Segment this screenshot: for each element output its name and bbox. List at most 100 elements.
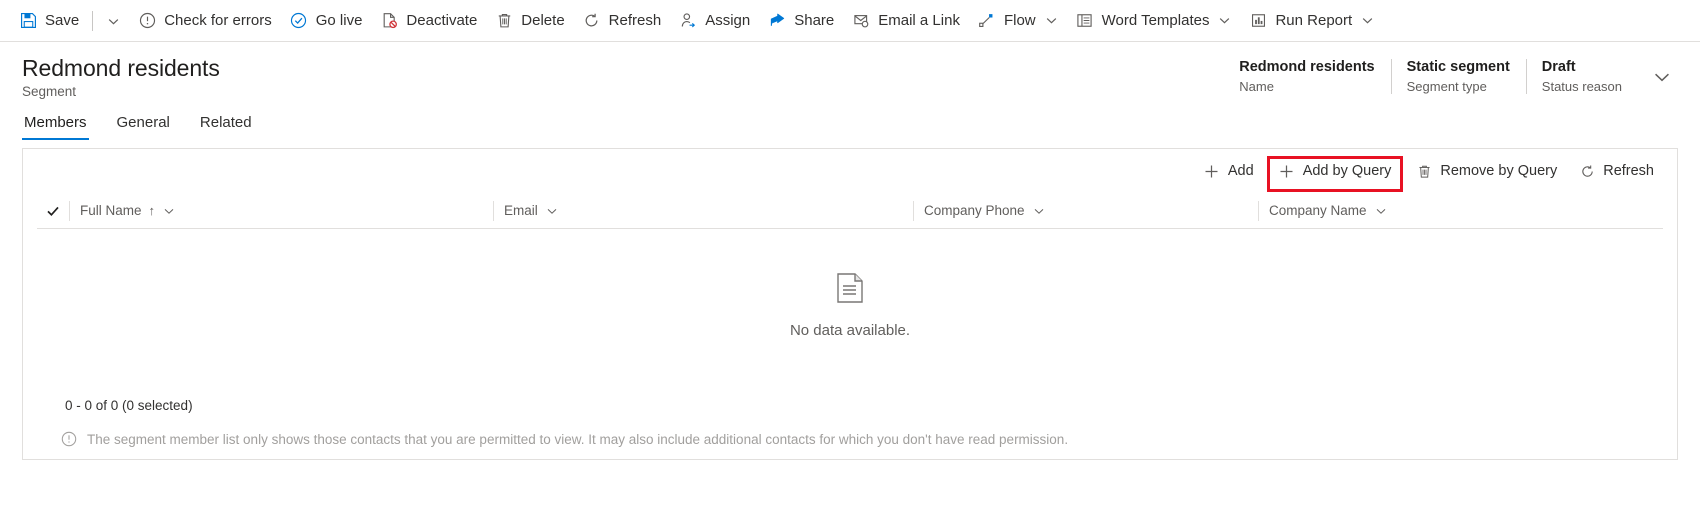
run-report-button[interactable]: Run Report <box>1240 0 1383 42</box>
header-field-name[interactable]: Redmond residents Name <box>1223 57 1390 96</box>
flow-icon <box>978 12 996 30</box>
grid-column-headers: Full Name ↑ Email Company Phone Company … <box>37 193 1663 229</box>
select-all-checkbox[interactable] <box>37 204 69 218</box>
refresh-icon <box>1579 163 1595 179</box>
column-header-full-name[interactable]: Full Name ↑ <box>69 200 493 221</box>
members-grid-panel: Add Add by Query Remove by Query Refresh <box>22 148 1678 460</box>
run-report-icon <box>1249 12 1267 30</box>
header-fields: Redmond residents Name Static segment Se… <box>1223 54 1678 96</box>
deactivate-page-icon <box>380 12 398 30</box>
grid-add-label: Add <box>1227 163 1254 179</box>
grid-refresh-label: Refresh <box>1603 163 1654 179</box>
tab-related-label: Related <box>199 114 252 131</box>
check-for-errors-label: Check for errors <box>164 12 272 29</box>
chevron-down-icon[interactable] <box>546 205 558 217</box>
grid-add-by-query-label: Add by Query <box>1302 163 1392 179</box>
header-field-status-reason-value: Draft <box>1541 59 1576 75</box>
record-tabs: Members General Related <box>0 104 1700 140</box>
share-button[interactable]: Share <box>759 0 843 42</box>
grid-remove-by-query-button[interactable]: Remove by Query <box>1405 154 1568 188</box>
column-header-full-name-label: Full Name <box>80 203 142 218</box>
header-field-name-value: Redmond residents <box>1239 59 1375 75</box>
record-header-left: Redmond residents Segment <box>22 54 1223 101</box>
share-icon <box>768 12 786 30</box>
email-a-link-button[interactable]: Email a Link <box>843 0 969 42</box>
page-title: Redmond residents <box>22 55 220 81</box>
delete-button[interactable]: Delete <box>486 0 573 42</box>
tab-members-label: Members <box>24 114 87 131</box>
save-options-button[interactable] <box>97 0 129 42</box>
toolbar-separator <box>92 10 94 31</box>
header-field-status-reason-label: Status reason <box>1541 79 1622 94</box>
delete-label: Delete <box>521 12 565 29</box>
assign-label: Assign <box>705 12 751 29</box>
grid-command-bar: Add Add by Query Remove by Query Refresh <box>23 149 1677 193</box>
email-link-icon <box>852 12 870 30</box>
grid-add-by-query-button[interactable]: Add by Query <box>1265 154 1406 188</box>
refresh-icon <box>583 12 601 30</box>
grid-record-count: 0 - 0 of 0 (0 selected) <box>65 398 193 413</box>
email-a-link-label: Email a Link <box>878 12 960 29</box>
deactivate-label: Deactivate <box>406 12 478 29</box>
header-field-segment-type[interactable]: Static segment Segment type <box>1390 57 1526 96</box>
plus-icon <box>1204 163 1220 179</box>
refresh-label: Refresh <box>608 12 662 29</box>
header-field-status-reason[interactable]: Draft Status reason <box>1525 57 1638 96</box>
assign-button[interactable]: Assign <box>670 0 759 42</box>
refresh-button[interactable]: Refresh <box>574 0 671 42</box>
tab-general-label: General <box>116 114 170 131</box>
column-header-email-label: Email <box>504 203 538 218</box>
deactivate-button[interactable]: Deactivate <box>371 0 486 42</box>
go-live-button[interactable]: Go live <box>281 0 372 42</box>
header-field-name-label: Name <box>1239 79 1274 94</box>
run-report-label: Run Report <box>1275 12 1353 29</box>
header-field-segment-type-value: Static segment <box>1406 59 1510 75</box>
tab-general[interactable]: General <box>115 113 172 140</box>
word-templates-label: Word Templates <box>1101 12 1210 29</box>
assign-person-icon <box>679 12 697 30</box>
info-icon <box>61 431 77 447</box>
flow-chevron-down-icon[interactable] <box>1045 14 1058 27</box>
grid-add-button[interactable]: Add <box>1193 154 1265 188</box>
chevron-down-icon[interactable] <box>1375 205 1387 217</box>
check-circle-icon <box>290 12 308 30</box>
flow-label: Flow <box>1003 12 1036 29</box>
page-subtitle: Segment <box>22 84 77 99</box>
word-templates-chevron-down-icon[interactable] <box>1218 14 1231 27</box>
alert-circle-icon <box>138 12 156 30</box>
tab-members[interactable]: Members <box>22 113 89 140</box>
share-label: Share <box>794 12 835 29</box>
header-field-segment-type-label: Segment type <box>1406 79 1487 94</box>
trash-icon <box>1416 163 1432 179</box>
record-header: Redmond residents Segment Redmond reside… <box>0 42 1700 104</box>
save-button[interactable]: Save <box>10 0 88 42</box>
column-header-company-name-label: Company Name <box>1269 203 1367 218</box>
flow-button[interactable]: Flow <box>969 0 1067 42</box>
top-command-bar: Save Check for errors Go live Deactivate… <box>0 0 1700 42</box>
header-expand-chevron-down-icon[interactable] <box>1646 61 1678 93</box>
grid-permission-note-text: The segment member list only shows those… <box>87 431 1069 447</box>
plus-icon <box>1279 163 1295 179</box>
save-icon <box>19 12 37 30</box>
grid-empty-state: No data available. <box>23 229 1677 393</box>
grid-refresh-button[interactable]: Refresh <box>1568 154 1665 188</box>
run-report-chevron-down-icon[interactable] <box>1361 14 1374 27</box>
trash-icon <box>495 12 513 30</box>
document-icon <box>837 273 863 308</box>
grid-remove-by-query-label: Remove by Query <box>1440 163 1558 179</box>
column-header-email[interactable]: Email <box>493 200 913 221</box>
word-template-icon <box>1076 12 1094 30</box>
column-header-company-phone[interactable]: Company Phone <box>913 200 1258 221</box>
column-header-company-phone-label: Company Phone <box>924 203 1025 218</box>
word-templates-button[interactable]: Word Templates <box>1067 0 1241 42</box>
tab-related[interactable]: Related <box>198 113 254 140</box>
chevron-down-icon <box>107 15 119 27</box>
save-label: Save <box>45 12 80 29</box>
column-header-company-name[interactable]: Company Name <box>1258 200 1663 221</box>
go-live-label: Go live <box>315 12 363 29</box>
check-for-errors-button[interactable]: Check for errors <box>129 0 281 42</box>
empty-state-message: No data available. <box>789 322 911 339</box>
grid-permission-note: The segment member list only shows those… <box>23 419 1677 459</box>
chevron-down-icon[interactable] <box>163 205 175 217</box>
chevron-down-icon[interactable] <box>1033 205 1045 217</box>
